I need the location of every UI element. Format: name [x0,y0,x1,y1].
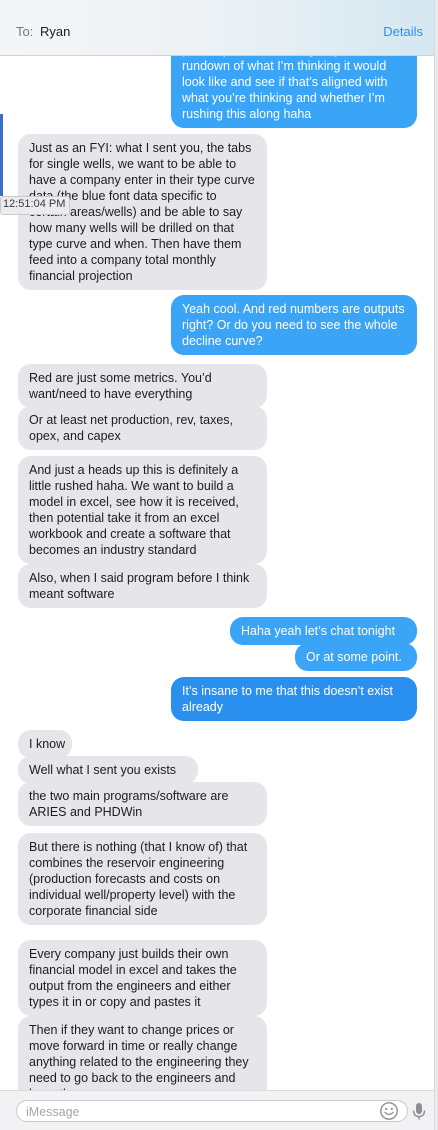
message-bubble-incoming[interactable]: the two main programs/software are ARIES… [18,782,267,826]
recipient-name[interactable]: Ryan [40,24,70,39]
message-bubble-incoming[interactable]: Also, when I said program before I think… [18,564,267,608]
message-bubble-outgoing[interactable]: Yeah cool. And red numbers are outputs r… [171,295,417,355]
window-edge-accent [0,114,3,196]
conversation-header: To: Ryan Details [0,0,438,56]
message-bubble-incoming[interactable]: Then if they want to change prices or mo… [18,1016,267,1090]
message-bubble-outgoing[interactable]: Or at some point. [295,643,417,671]
microphone-icon[interactable] [411,1101,427,1121]
message-field[interactable] [16,1100,408,1122]
message-input[interactable] [24,1103,368,1121]
message-bubble-incoming[interactable]: And just a heads up this is definitely a… [18,456,267,564]
message-bubble-incoming[interactable]: I know [18,730,72,758]
message-transcript[interactable]: perfectly – but wanted give you a rundow… [0,0,438,1090]
message-bubble-outgoing[interactable]: It’s insane to me that this doesn’t exis… [171,677,417,721]
message-bubble-incoming[interactable]: Or at least net production, rev, taxes, … [18,406,267,450]
message-bubble-incoming[interactable]: But there is nothing (that I know of) th… [18,833,267,925]
message-composer [0,1090,438,1130]
emoji-icon[interactable] [379,1101,399,1121]
message-bubble-incoming[interactable]: Well what I sent you exists [18,756,198,784]
hover-timestamp: 12:51:04 PM [0,196,71,215]
message-bubble-outgoing[interactable]: Haha yeah let’s chat tonight [230,617,417,645]
scrollbar-track[interactable] [434,0,438,1130]
to-label: To: [16,24,34,39]
message-bubble-incoming[interactable]: Red are just some metrics. You’d want/ne… [18,364,267,408]
details-button[interactable]: Details [383,24,423,39]
message-bubble-incoming[interactable]: Every company just builds their own fina… [18,940,267,1016]
